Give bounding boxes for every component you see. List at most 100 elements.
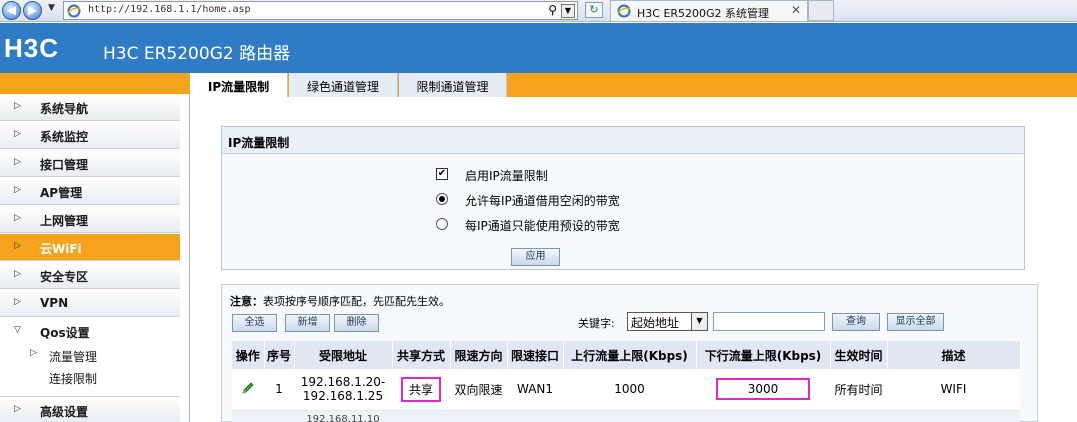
column-header: 描述	[887, 341, 1021, 369]
sidebar-subitem-conn-limit[interactable]: 连接限制	[0, 366, 180, 388]
ie-icon	[617, 4, 631, 18]
sidebar-item-internet[interactable]: ▷ 上网管理	[0, 206, 180, 233]
close-icon[interactable]: ✕	[791, 3, 801, 17]
sidebar-item-label: AP管理	[40, 186, 83, 200]
expand-arrow-icon: ▷	[30, 348, 37, 358]
new-tab-button[interactable]	[808, 0, 834, 21]
address-cell: 192.168.1.20- 192.168.1.25	[294, 369, 392, 411]
sidebar: ▷ 系统导航 ▷ 系统监控 ▷ 接口管理 ▷ AP管理 ▷ 上网管理 ▷ 云Wi…	[0, 73, 190, 422]
sidebar-item-label: 上网管理	[40, 214, 89, 228]
column-header: 生效时间	[830, 341, 888, 369]
sidebar-item-security[interactable]: ▷ 安全专区	[0, 262, 180, 289]
checkbox[interactable]: ✔	[436, 168, 448, 180]
seq-cell: 1	[264, 369, 294, 411]
back-arrow-icon[interactable]: ◀	[2, 1, 21, 20]
column-header: 限速方向	[450, 341, 508, 369]
address-bar[interactable]: http://192.168.1.1/home.asp ⚲ ▼	[63, 1, 578, 20]
column-header: 下行流量上限(Kbps)	[696, 341, 831, 369]
refresh-icon[interactable]: ↻	[585, 2, 603, 18]
sidebar-item-vpn[interactable]: ▷ VPN	[0, 290, 180, 317]
tab-ip-limit[interactable]: IP流量限制	[190, 73, 288, 97]
address-dropdown-icon[interactable]: ▼	[561, 4, 575, 18]
sidebar-item-advanced[interactable]: ▷ 高级设置	[0, 396, 180, 422]
sidebar-item-label: 安全专区	[40, 270, 89, 284]
interface-cell: WAN1	[507, 369, 563, 411]
share-cell: 共享	[392, 369, 450, 411]
edit-cell	[232, 369, 264, 411]
share-value: 共享	[400, 376, 441, 402]
address-url: http://192.168.1.1/home.asp	[88, 4, 251, 15]
expand-arrow-icon: ▷	[14, 213, 21, 223]
keyword-select[interactable]: 起始地址 ▼	[627, 312, 708, 331]
sidebar-item-system-monitor[interactable]: ▷ 系统监控	[0, 122, 180, 149]
expand-arrow-icon: ▷	[14, 241, 21, 251]
column-header: 限速接口	[507, 341, 564, 369]
limit-list-panel: 注意：表项按序号顺序匹配，先匹配先生效。 全选 新增 删除 关键字: 起始地址 …	[221, 284, 1038, 422]
keyword-select-value: 起始地址	[631, 316, 680, 330]
delete-button[interactable]: 删除	[334, 314, 379, 332]
download-limit-value: 3000	[715, 378, 811, 401]
table-row: 1 192.168.1.20- 192.168.1.25 共享 双向限速 WAN…	[232, 369, 1020, 411]
expand-arrow-icon: ▷	[14, 129, 21, 139]
chevron-down-icon[interactable]: ▼	[691, 313, 707, 330]
apply-button[interactable]: 应用	[511, 248, 560, 266]
search-button[interactable]: 查询	[832, 313, 880, 331]
collapse-arrow-icon: ▽	[14, 325, 21, 335]
address-end: 192.168.1.25	[302, 389, 384, 404]
column-header: 序号	[264, 341, 295, 369]
sidebar-item-ap[interactable]: ▷ AP管理	[0, 178, 180, 205]
upload-limit-cell: 1000	[563, 369, 696, 411]
address-start: 192.168.1.20-	[300, 375, 386, 390]
sidebar-subitem-label: 流量管理	[49, 350, 98, 364]
note-label: 注意：	[230, 295, 263, 308]
sidebar-item-label: 高级设置	[40, 405, 89, 419]
panel-title: IP流量限制	[222, 127, 1024, 154]
sidebar-item-interface[interactable]: ▷ 接口管理	[0, 150, 180, 177]
edit-pencil-icon[interactable]	[241, 381, 255, 395]
browser-tab[interactable]: H3C ER5200G2 系统管理 ✕	[610, 0, 808, 21]
browser-toolbar: ◀ ▶ ▼ http://192.168.1.1/home.asp ⚲ ▼ ↻ …	[0, 0, 1077, 22]
keyword-input[interactable]	[713, 312, 825, 331]
address-partial: 192.168.11.10	[306, 413, 380, 422]
history-dropdown-icon[interactable]: ▼	[48, 3, 55, 13]
download-limit-cell: 3000	[696, 369, 830, 411]
expand-arrow-icon: ▷	[14, 157, 21, 167]
forward-arrow-icon[interactable]: ▶	[23, 1, 42, 20]
column-header: 操作	[232, 341, 265, 369]
table-row: 192.168.11.10	[232, 410, 1020, 422]
sidebar-item-qos[interactable]: ▽ Qos设置	[0, 318, 180, 345]
show-all-button[interactable]: 显示全部	[887, 313, 944, 331]
tab-green-channel[interactable]: 绿色通道管理	[289, 73, 398, 97]
sidebar-item-system-nav[interactable]: ▷ 系统导航	[0, 94, 180, 121]
note-body: 表项按序号顺序匹配，先匹配先生效。	[263, 295, 450, 308]
h3c-logo: H3C	[4, 33, 60, 63]
column-header: 共享方式	[392, 341, 451, 369]
app-header: H3C H3C ER5200G2 路由器	[0, 23, 1077, 73]
select-all-button[interactable]: 全选	[232, 314, 277, 332]
keyword-label: 关键字:	[578, 317, 615, 330]
description-cell: WIFI	[887, 369, 1020, 411]
content-tabs: IP流量限制 绿色通道管理 限制通道管理	[190, 73, 1077, 97]
sidebar-subitem-label: 连接限制	[49, 372, 98, 386]
preset-bandwidth-label: 每IP通道只能使用预设的带宽	[465, 219, 620, 233]
product-title: H3C ER5200G2 路由器	[103, 44, 291, 64]
sidebar-item-label: 系统导航	[40, 102, 89, 116]
sidebar-item-cloud-wifi[interactable]: ▷ 云WiFi	[0, 234, 180, 261]
sidebar-item-label: Qos设置	[40, 326, 90, 340]
ie-icon	[67, 4, 81, 18]
radio-selected[interactable]	[436, 193, 448, 205]
expand-arrow-icon: ▷	[14, 269, 21, 279]
limit-table: 操作 序号 受限地址 共享方式 限速方向 限速接口 上行流量上限(Kbps) 下…	[232, 341, 1021, 422]
column-header: 受限地址	[294, 341, 393, 369]
sidebar-subitem-traffic[interactable]: ▷ 流量管理	[0, 344, 180, 366]
sidebar-item-label: VPN	[40, 296, 69, 310]
expand-arrow-icon: ▷	[14, 297, 21, 307]
radio-unselected[interactable]	[436, 218, 448, 230]
tab-limit-channel[interactable]: 限制通道管理	[399, 73, 507, 97]
time-cell: 所有时间	[830, 369, 887, 411]
tab-title: H3C ER5200G2 系统管理	[637, 7, 770, 20]
borrow-bandwidth-label: 允许每IP通道借用空闲的带宽	[465, 194, 620, 208]
search-icon[interactable]: ⚲	[548, 3, 557, 17]
direction-cell: 双向限速	[450, 369, 507, 411]
add-button[interactable]: 新增	[285, 314, 330, 332]
